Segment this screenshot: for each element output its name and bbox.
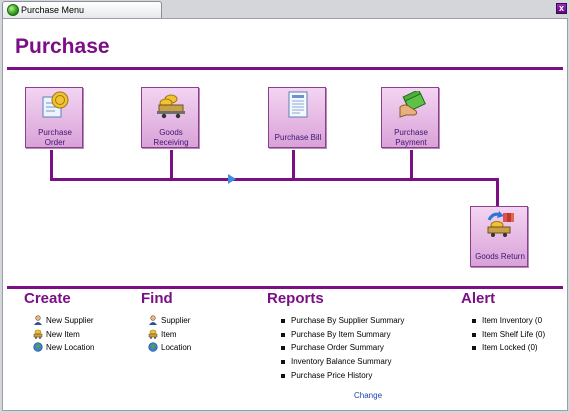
new-supplier-label: New Supplier	[46, 316, 94, 325]
flow-arrow-icon	[228, 174, 236, 184]
bullet-icon	[472, 346, 476, 350]
tab-title: Purchase Menu	[21, 5, 85, 15]
purchase-order-label-2: Order	[44, 138, 66, 147]
purchase-order-label-1: Purchase	[38, 128, 72, 137]
report-label: Purchase Order Summary	[291, 343, 384, 352]
flow-drop-5	[496, 178, 499, 206]
bullet-icon	[281, 360, 285, 364]
flow-drop-4	[410, 150, 413, 180]
page-title: Purchase	[15, 35, 110, 58]
flow-line-main	[50, 178, 499, 181]
coin-document-icon	[42, 91, 69, 118]
goods-return-label-1: Goods Return	[475, 252, 525, 261]
bullet-icon	[281, 374, 285, 378]
purchase-order-tile[interactable]: Purchase Order	[25, 87, 83, 148]
goods-receiving-label-2: Receiving	[153, 138, 189, 147]
report-label: Purchase By Item Summary	[291, 330, 391, 339]
alert-label: Item Shelf Life (0)	[482, 330, 546, 339]
report-label: Purchase By Supplier Summary	[291, 316, 405, 325]
purchase-panel: Purchase Purchase Order Goods Receiving …	[2, 18, 568, 411]
cash-hand-icon	[399, 91, 426, 118]
cart-icon	[148, 329, 158, 339]
reports-title: Reports	[267, 290, 324, 307]
goods-return-tile[interactable]: Goods Return	[470, 206, 528, 267]
section-divider	[7, 286, 563, 289]
cart-coins-icon	[157, 94, 185, 119]
return-cart-icon	[487, 211, 514, 237]
flow-drop-3	[292, 150, 295, 180]
create-title: Create	[24, 290, 71, 307]
alert-title: Alert	[461, 290, 496, 307]
find-location-label: Location	[161, 343, 192, 352]
goods-receiving-label-1: Goods	[159, 128, 183, 137]
find-item-label: Item	[161, 330, 177, 339]
new-item-label: New Item	[46, 330, 80, 339]
bullet-icon	[472, 333, 476, 337]
purchase-bill-label-1: Purchase Bill	[274, 133, 322, 142]
bullet-icon	[281, 319, 285, 323]
tab-purchase-menu[interactable]: Purchase Menu	[2, 1, 162, 18]
bullet-icon	[472, 319, 476, 323]
globe-icon	[7, 4, 19, 16]
goods-receiving-tile[interactable]: Goods Receiving	[141, 87, 199, 148]
person-icon	[34, 315, 42, 325]
report-label: Purchase Price History	[291, 371, 373, 380]
title-divider	[7, 67, 563, 70]
purchase-payment-label-1: Purchase	[394, 128, 428, 137]
bullet-icon	[281, 346, 285, 350]
alert-label: Item Locked (0)	[482, 343, 538, 352]
find-title: Find	[141, 290, 173, 307]
person-icon	[149, 315, 157, 325]
purchase-menu-window: Purchase Menu x Purchase Purchase Order	[0, 0, 570, 413]
change-link[interactable]: Change	[354, 391, 382, 400]
cart-icon	[33, 329, 43, 339]
find-supplier-label: Supplier	[161, 316, 191, 325]
new-location-label: New Location	[46, 343, 95, 352]
flow-drop-2	[170, 150, 173, 180]
purchase-payment-tile[interactable]: Purchase Payment	[381, 87, 439, 148]
bill-document-icon	[288, 91, 308, 118]
bullet-icon	[281, 333, 285, 337]
globe-icon	[33, 342, 43, 352]
purchase-payment-label-2: Payment	[395, 138, 427, 147]
close-button[interactable]: x	[556, 3, 567, 14]
alert-label: Item Inventory (0	[482, 316, 543, 325]
globe-icon	[148, 342, 158, 352]
flow-drop-1	[50, 150, 53, 180]
report-label: Inventory Balance Summary	[291, 357, 392, 366]
purchase-bill-tile[interactable]: Purchase Bill	[268, 87, 326, 148]
